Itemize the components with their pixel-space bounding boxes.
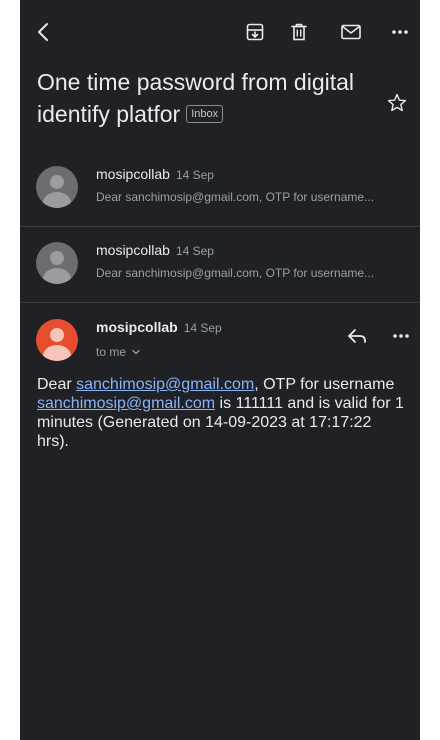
open-message: mosipcollab 14 Sep to me Dear sanchimosip…: [20, 303, 420, 740]
message-row[interactable]: mosipcollab 14 Sep Dear sanchimosip@gmail…: [20, 150, 420, 226]
email-subject: One time password from digital identify …: [37, 66, 367, 130]
avatar-head: [50, 175, 64, 189]
sender-name: mosipcollab: [96, 166, 170, 182]
message-snippet: Dear sanchimosip@gmail.com, OTP for user…: [96, 266, 375, 280]
chevron-left-icon: [38, 23, 48, 41]
archive-button[interactable]: [241, 18, 269, 46]
star-button[interactable]: [386, 92, 408, 119]
mark-unread-button[interactable]: [337, 18, 365, 46]
sender-line: mosipcollab 14 Sep: [96, 166, 214, 182]
star-outline-icon: [387, 93, 407, 112]
avatar-body: [43, 192, 71, 208]
message-body: Dear sanchimosip@gmail.com, OTP for user…: [37, 375, 407, 451]
sender-name: mosipcollab: [96, 319, 178, 335]
message-snippet: Dear sanchimosip@gmail.com, OTP for user…: [96, 190, 375, 204]
reply-icon: [348, 329, 366, 343]
trash-icon: [291, 23, 307, 41]
top-toolbar: [20, 0, 420, 64]
chevron-down-icon: [132, 349, 141, 355]
body-text-segment: Dear: [37, 376, 77, 393]
avatar-body: [43, 345, 71, 361]
reply-button[interactable]: [344, 323, 370, 349]
message-date: 14 Sep: [175, 244, 214, 258]
sender-line: mosipcollab 14 Sep: [96, 319, 222, 335]
mail-icon: [341, 24, 361, 40]
back-button[interactable]: [30, 18, 58, 46]
sender-line: mosipcollab 14 Sep: [96, 242, 214, 258]
avatar[interactable]: [36, 319, 78, 361]
archive-icon: [246, 23, 264, 41]
message-date: 14 Sep: [175, 168, 214, 182]
message-row[interactable]: mosipcollab 14 Sep Dear sanchimosip@gmail…: [20, 226, 420, 302]
body-text-segment: , OTP for username: [254, 376, 395, 393]
avatar-head: [50, 251, 64, 265]
email-link[interactable]: sanchimosip@gmail.com: [37, 395, 215, 412]
email-link[interactable]: sanchimosip@gmail.com: [76, 376, 254, 393]
delete-button[interactable]: [285, 18, 313, 46]
recipient-text: to me: [96, 345, 127, 359]
avatar: [36, 166, 78, 208]
avatar: [36, 242, 78, 284]
inbox-label-chip[interactable]: Inbox: [186, 104, 224, 123]
more-options-button[interactable]: [386, 18, 414, 46]
message-date: 14 Sep: [183, 321, 222, 335]
sender-name: mosipcollab: [96, 242, 170, 258]
message-more-button[interactable]: [388, 323, 414, 349]
recipient-details[interactable]: to me: [96, 345, 141, 359]
email-view: One time password from digital identify …: [20, 0, 420, 740]
more-horizontal-icon: [392, 30, 408, 34]
avatar-head: [50, 328, 64, 342]
avatar-body: [43, 268, 71, 284]
more-horizontal-icon: [393, 334, 409, 338]
